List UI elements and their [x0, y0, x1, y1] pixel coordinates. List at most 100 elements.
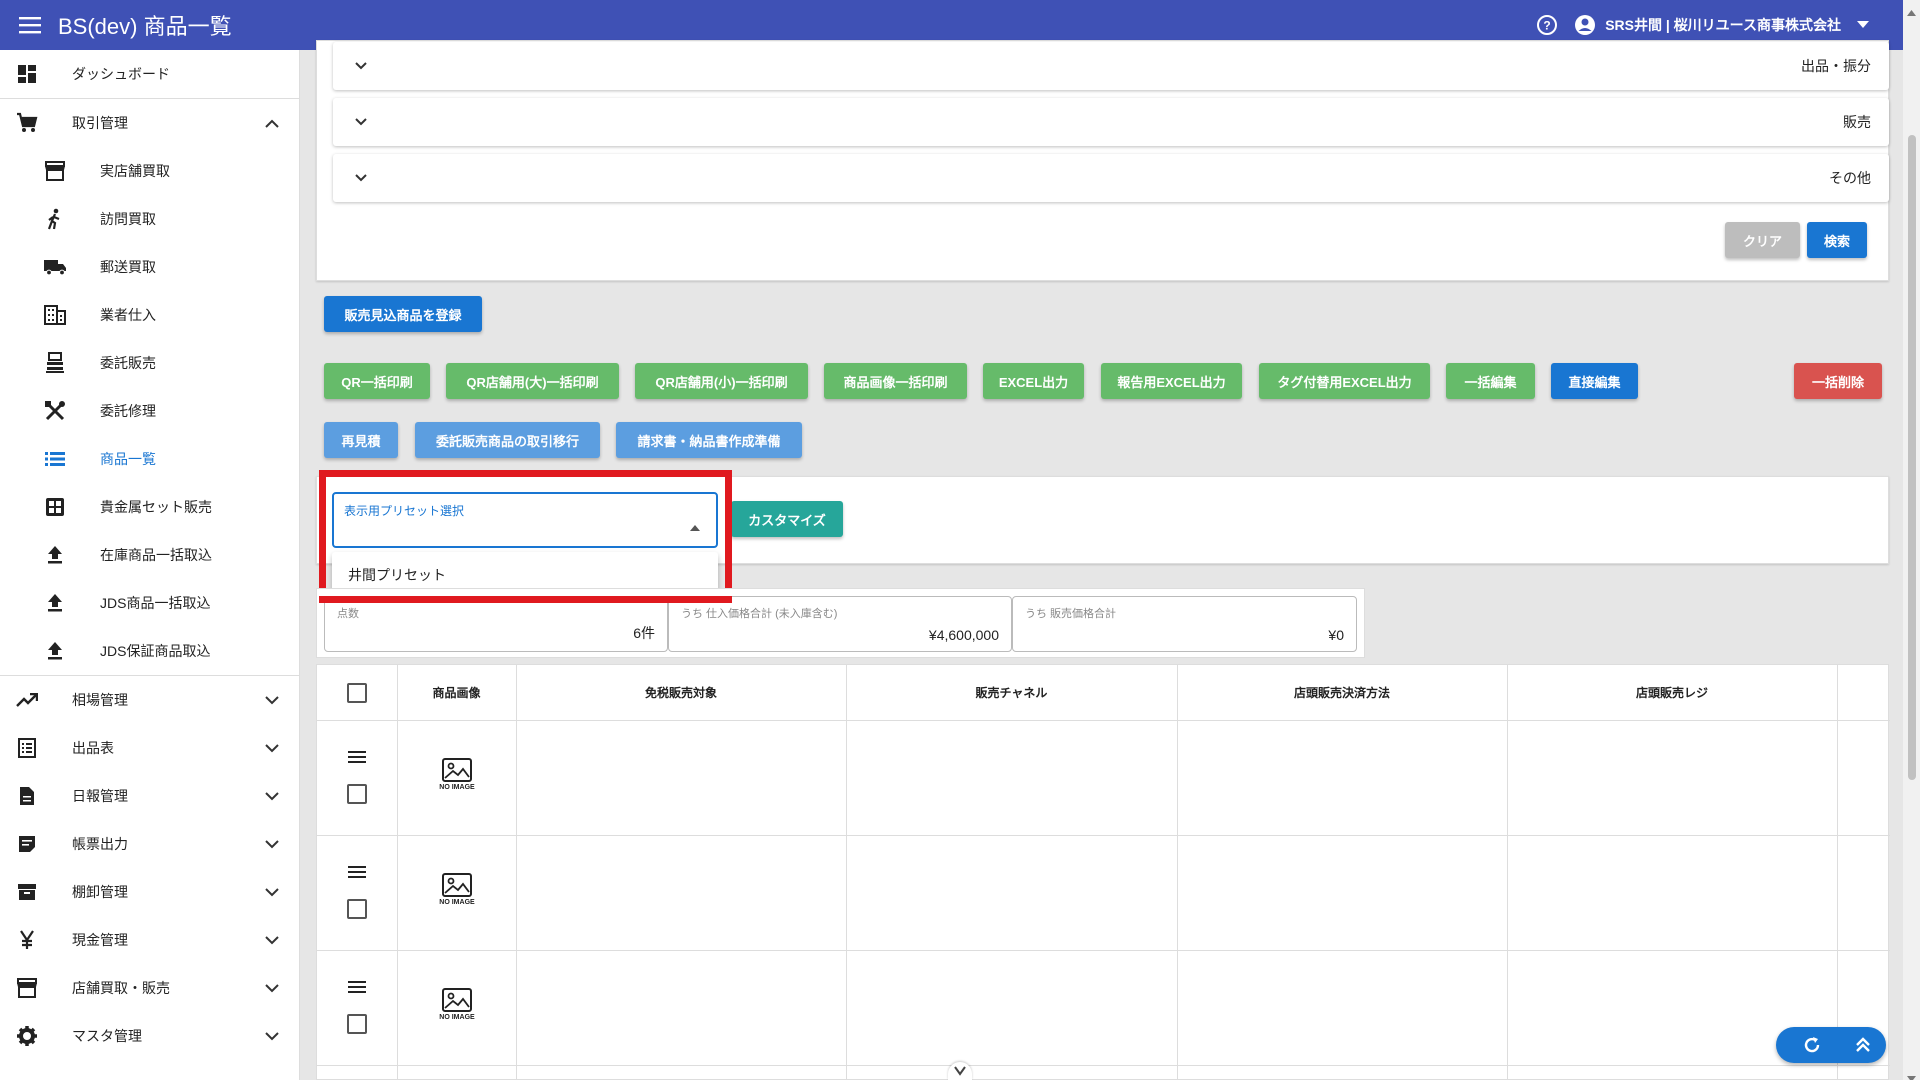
re-estimate-button[interactable]: 再見積 — [324, 422, 398, 458]
direct-edit-button[interactable]: 直接編集 — [1551, 363, 1638, 399]
scroll-down-indicator-icon[interactable] — [948, 1062, 972, 1080]
chevron-down-icon — [349, 166, 373, 190]
qr-bulk-print-button[interactable]: QR一括印刷 — [324, 363, 430, 399]
nav-listing[interactable]: 出品表 — [0, 724, 299, 772]
accordion-sales[interactable]: 販売 — [333, 98, 1889, 146]
nav-vendor-purchase[interactable]: 業者仕入 — [0, 291, 299, 339]
chevron-down-icon — [260, 928, 284, 952]
col-divider — [1837, 665, 1838, 1080]
nav-market-label: 相場管理 — [72, 692, 128, 708]
nav-jds-import[interactable]: JDS商品一括取込 — [0, 579, 299, 627]
accordion-listing[interactable]: 出品・振分 — [333, 42, 1889, 90]
nav-form-output-label: 帳票出力 — [72, 836, 128, 852]
refresh-icon[interactable] — [1802, 1035, 1822, 1055]
nav-master[interactable]: マスタ管理 — [0, 1012, 299, 1060]
bulk-edit-button[interactable]: 一括編集 — [1446, 363, 1535, 399]
col-payment-method: 店頭販売決済方法 — [1293, 686, 1390, 700]
nav-visit-purchase-label: 訪問買取 — [100, 211, 156, 227]
nav-cash-label: 現金管理 — [72, 932, 128, 948]
col-divider — [516, 665, 517, 1080]
drag-handle-icon[interactable] — [345, 745, 369, 769]
menu-icon[interactable] — [18, 13, 42, 37]
no-image-placeholder: NO IMAGE — [437, 988, 477, 1030]
building-icon — [43, 303, 67, 327]
clear-button[interactable]: クリア — [1725, 222, 1800, 258]
scrollbar-thumb[interactable] — [1908, 135, 1916, 780]
nav-consign-repair[interactable]: 委託修理 — [0, 387, 299, 435]
nav-store-sales[interactable]: 店舗買取・販売 — [0, 964, 299, 1012]
accordion-other[interactable]: その他 — [333, 154, 1889, 202]
customize-button[interactable]: カスタマイズ — [731, 501, 843, 537]
drag-handle-icon[interactable] — [345, 860, 369, 884]
chevron-down-icon — [260, 976, 284, 1000]
highlight-box-bottom — [319, 596, 732, 603]
walk-icon — [43, 207, 67, 231]
drag-handle-icon[interactable] — [345, 975, 369, 999]
col-tax-free: 免税販売対象 — [644, 686, 717, 700]
page-scrollbar[interactable] — [1903, 0, 1920, 1080]
excel-export-button[interactable]: EXCEL出力 — [983, 363, 1084, 399]
invoice-prepare-button[interactable]: 請求書・納品書作成準備 — [616, 422, 802, 458]
tag-excel-export-button[interactable]: タグ付替用EXCEL出力 — [1259, 363, 1430, 399]
row-checkbox[interactable] — [347, 1014, 367, 1034]
tools-icon — [43, 399, 67, 423]
list-icon — [43, 447, 67, 471]
caret-down-icon[interactable] — [1851, 13, 1875, 37]
qr-store-large-print-button[interactable]: QR店舗用(大)一括印刷 — [446, 363, 619, 399]
nav-torihiki[interactable]: 取引管理 — [0, 99, 299, 147]
scroll-down-arrow-icon[interactable] — [1907, 1069, 1916, 1080]
col-divider — [397, 665, 398, 1080]
col-divider — [1177, 665, 1178, 1080]
nav-dashboard[interactable]: ダッシュボード — [0, 50, 299, 98]
nav-consign-sale[interactable]: 委託販売 — [0, 339, 299, 387]
nav-product-list[interactable]: 商品一覧 — [0, 435, 299, 483]
bulk-delete-button[interactable]: 一括削除 — [1794, 363, 1882, 399]
row-checkbox[interactable] — [347, 899, 367, 919]
account-icon[interactable] — [1573, 13, 1597, 37]
summary-count-label: 点数 — [337, 608, 359, 620]
nav-daily-report[interactable]: 日報管理 — [0, 772, 299, 820]
sheet-icon — [15, 736, 39, 760]
summary-count-value: 6件 — [633, 625, 655, 641]
qr-store-small-print-button[interactable]: QR店舗用(小)一括印刷 — [635, 363, 808, 399]
nav-store-purchase[interactable]: 実店舗買取 — [0, 147, 299, 195]
nav-mail-purchase[interactable]: 郵送買取 — [0, 243, 299, 291]
help-icon[interactable]: ? — [1535, 13, 1559, 37]
consign-icon — [43, 351, 67, 375]
nav-stock-import[interactable]: 在庫商品一括取込 — [0, 531, 299, 579]
row-divider — [317, 720, 1890, 721]
nav-visit-purchase[interactable]: 訪問買取 — [0, 195, 299, 243]
nav-stock-import-label: 在庫商品一括取込 — [100, 547, 212, 563]
chevron-down-icon — [260, 832, 284, 856]
report-excel-export-button[interactable]: 報告用EXCEL出力 — [1101, 363, 1242, 399]
row-checkbox[interactable] — [347, 784, 367, 804]
register-expected-product-button[interactable]: 販売見込商品を登録 — [324, 296, 482, 332]
nav-torihiki-label: 取引管理 — [72, 115, 128, 131]
archive-icon — [15, 880, 39, 904]
nav-inventory[interactable]: 棚卸管理 — [0, 868, 299, 916]
store-icon — [43, 159, 67, 183]
accordion-label: その他 — [1829, 170, 1871, 186]
no-image-caption: NO IMAGE — [439, 1014, 475, 1021]
chevron-down-icon — [260, 784, 284, 808]
nav-metal-set[interactable]: 貴金属セット販売 — [0, 483, 299, 531]
consign-transfer-button[interactable]: 委託販売商品の取引移行 — [415, 422, 600, 458]
scroll-top-icon[interactable] — [1854, 1036, 1872, 1054]
user-name[interactable]: SRS井間 | 桜川リユース商事株式会社 — [1605, 15, 1841, 35]
nav-cash[interactable]: 現金管理 — [0, 916, 299, 964]
product-image-print-button[interactable]: 商品画像一括印刷 — [824, 363, 967, 399]
nav-jds-warranty-import[interactable]: JDS保証商品取込 — [0, 627, 299, 675]
chevron-down-icon — [260, 688, 284, 712]
nav-form-output[interactable]: 帳票出力 — [0, 820, 299, 868]
nav-inventory-label: 棚卸管理 — [72, 884, 128, 900]
nav-daily-report-label: 日報管理 — [72, 788, 128, 804]
search-button[interactable]: 検索 — [1807, 222, 1867, 258]
row-divider — [317, 835, 1890, 836]
product-table: 商品画像 免税販売対象 販売チャネル 店頭販売決済方法 店頭販売レジ NO IM… — [316, 664, 1890, 1080]
nav-market[interactable]: 相場管理 — [0, 676, 299, 724]
select-all-checkbox[interactable] — [347, 683, 367, 703]
nav-listing-label: 出品表 — [72, 740, 114, 756]
scroll-up-arrow-icon[interactable] — [1907, 3, 1916, 21]
summary-purchase-label: うち 仕入価格合計 (未入庫含む) — [681, 608, 838, 620]
col-register: 店頭販売レジ — [1635, 686, 1708, 700]
